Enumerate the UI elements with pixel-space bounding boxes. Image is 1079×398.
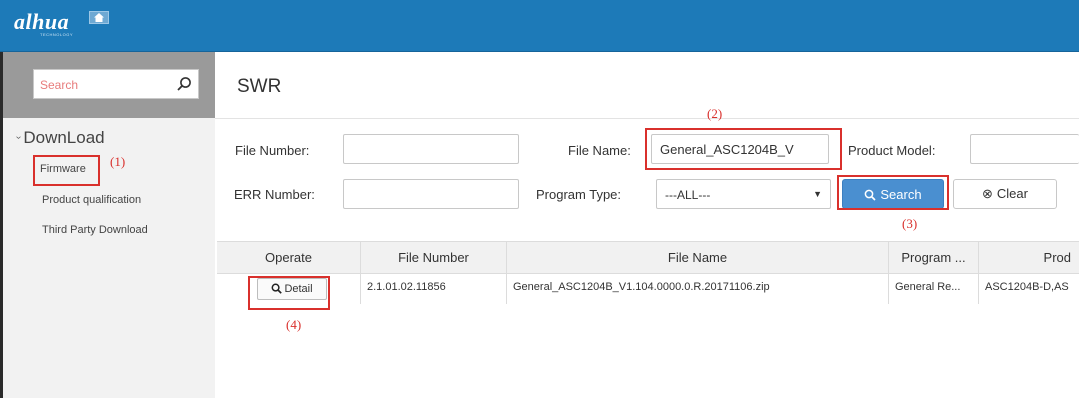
cell-operate: Detail (217, 274, 361, 304)
clear-icon: ⊗ (982, 186, 993, 201)
program-type-label: Program Type: (536, 187, 622, 202)
annotation-label-4: (4) (286, 317, 302, 332)
left-sidebar: ›DownLoad Firmware Product qualification… (0, 52, 215, 398)
file-name-input[interactable] (651, 134, 829, 164)
sidebar-item-product-qualification[interactable]: Product qualification (42, 194, 141, 206)
home-icon (94, 13, 104, 22)
results-grid: Operate File Number File Name Program ..… (217, 241, 1079, 398)
search-button[interactable]: Search (842, 179, 944, 209)
chevron-down-icon: › (13, 135, 25, 140)
product-model-input[interactable] (970, 134, 1079, 164)
sidebar-search-panel (3, 52, 215, 118)
cell-file-number: 2.1.01.02.11856 (361, 274, 507, 304)
file-number-input[interactable] (343, 134, 519, 164)
top-bar: alhua TECHNOLOGY (0, 0, 1079, 52)
tree-root-label: DownLoad (23, 128, 105, 147)
detail-button-label: Detail (284, 283, 313, 295)
page-title: SWR (237, 76, 282, 97)
title-divider (215, 118, 1079, 119)
annotation-label-1: (1) (110, 154, 126, 169)
cell-file-name: General_ASC1204B_V1.104.0000.0.R.2017110… (507, 274, 889, 304)
search-icon (271, 283, 283, 294)
search-icon[interactable] (176, 76, 192, 92)
search-button-label: Search (880, 186, 922, 202)
home-button[interactable] (89, 11, 109, 24)
sidebar-item-third-party-download[interactable]: Third Party Download (42, 224, 148, 236)
table-row: Detail 2.1.01.02.11856 General_ASC1204B_… (217, 274, 1079, 304)
sidebar-item-firmware[interactable]: Firmware (40, 163, 86, 175)
column-header-program[interactable]: Program ... (889, 242, 979, 275)
sidebar-search-box (33, 69, 199, 99)
sidebar-search-input[interactable] (40, 76, 170, 94)
program-type-value: ---ALL--- (665, 188, 711, 202)
program-type-select[interactable]: ---ALL--- ▼ (656, 179, 831, 209)
column-header-operate[interactable]: Operate (217, 242, 361, 275)
cell-program: General Re... (889, 274, 979, 304)
detail-button[interactable]: Detail (257, 278, 327, 300)
annotation-label-3: (3) (902, 216, 918, 231)
grid-header: Operate File Number File Name Program ..… (217, 241, 1079, 275)
chevron-down-icon: ▼ (813, 189, 822, 199)
file-name-label: File Name: (568, 143, 631, 158)
err-number-input[interactable] (343, 179, 519, 209)
cell-product: ASC1204B-D,AS (985, 281, 1069, 293)
column-header-file-number[interactable]: File Number (361, 242, 507, 275)
file-number-label: File Number: (235, 143, 310, 158)
annotation-label-2: (2) (707, 106, 723, 121)
clear-button[interactable]: ⊗ Clear (953, 179, 1057, 209)
main-content: SWR File Number: File Name: Product Mode… (215, 52, 1079, 398)
column-header-file-name[interactable]: File Name (507, 242, 889, 275)
tree-root-download[interactable]: ›DownLoad (13, 128, 105, 148)
column-header-product[interactable]: Prod (979, 242, 1079, 275)
clear-button-label: Clear (996, 186, 1028, 201)
brand-logo-subtext: TECHNOLOGY (40, 32, 74, 37)
err-number-label: ERR Number: (234, 187, 315, 202)
product-model-label: Product Model: (848, 143, 936, 158)
search-icon (865, 189, 876, 201)
